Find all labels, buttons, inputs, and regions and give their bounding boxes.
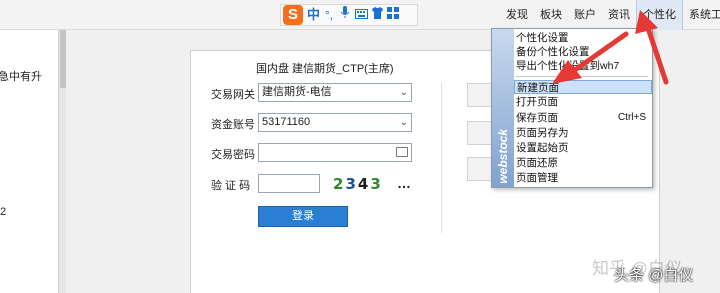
menu-account[interactable]: 账户 <box>568 0 602 30</box>
dd-new-page[interactable]: 新建页面 <box>514 80 652 94</box>
dd-save-page[interactable]: 保存页面 Ctrl+S <box>514 111 652 125</box>
soft-keyboard-icon[interactable] <box>396 147 408 157</box>
menu-system-tools[interactable]: 系统工具 <box>683 0 720 30</box>
dropdown-brand-strip: webstock <box>492 29 514 187</box>
main-menu: 发现 板块 账户 资讯 个性化 系统工具 帮 <box>500 0 720 30</box>
brand-text: webstock <box>496 129 510 184</box>
sogou-logo-icon[interactable]: S <box>283 5 303 25</box>
dd-set-start-page[interactable]: 设置起始页 <box>514 141 652 155</box>
account-select[interactable]: 53171160 ⌄ <box>258 113 412 132</box>
menu-discover[interactable]: 发现 <box>500 0 534 30</box>
left-scrollbar[interactable] <box>58 30 66 293</box>
ime-toolbar[interactable]: S 中 °, <box>280 4 418 26</box>
menu-personalize[interactable]: 个性化 <box>636 0 683 30</box>
gateway-select[interactable]: 建信期货-电信 ⌄ <box>258 83 412 102</box>
dd-open-page[interactable]: 打开页面 <box>514 95 652 109</box>
shortcut-label: Ctrl+S <box>617 112 646 123</box>
dd-export-settings[interactable]: 导出个性化设置到wh7 <box>514 59 652 73</box>
personalize-dropdown: webstock 个性化设置 备份个性化设置 导出个性化设置到wh7 新建页面 … <box>491 28 653 188</box>
account-value: 53171160 <box>262 116 311 128</box>
gateway-label: 交易网关 <box>211 89 255 101</box>
dd-restore-page[interactable]: 页面还原 <box>514 156 652 170</box>
ime-punctuation-icon[interactable]: °, <box>323 5 335 25</box>
keyboard-icon[interactable] <box>355 5 368 25</box>
dd-manage-pages[interactable]: 页面管理 <box>514 171 652 185</box>
chevron-down-icon[interactable]: ⌄ <box>400 114 408 131</box>
watermark-main: 头条 @白仪 <box>614 267 694 284</box>
captcha-image[interactable]: 2343 <box>333 175 383 193</box>
gateway-value: 建信期货-电信 <box>262 86 332 98</box>
left-panel-text: 急中有升 <box>0 71 42 83</box>
menu-sectors[interactable]: 板块 <box>534 0 568 30</box>
password-label: 交易密码 <box>211 149 255 161</box>
chevron-down-icon[interactable]: ⌄ <box>400 84 408 101</box>
login-button[interactable]: 登录 <box>258 206 348 227</box>
top-bar: S 中 °, 发现 板块 账户 资讯 个性化 系统工具 帮 <box>0 0 720 30</box>
microphone-icon[interactable] <box>339 5 351 25</box>
dd-backup-settings[interactable]: 备份个性化设置 <box>514 45 652 59</box>
captcha-label: 验 证 码 <box>211 180 251 192</box>
captcha-refresh[interactable]: … <box>397 175 411 191</box>
menu-news[interactable]: 资讯 <box>602 0 636 30</box>
dd-save-page-as[interactable]: 页面另存为 <box>514 126 652 140</box>
captcha-input[interactable] <box>258 174 320 193</box>
left-panel: 急中有升 2 <box>0 30 58 293</box>
dd-personalize-settings[interactable]: 个性化设置 <box>514 31 652 45</box>
divider <box>441 83 442 233</box>
skin-shirt-icon[interactable] <box>371 5 383 25</box>
ime-chinese-mode[interactable]: 中 <box>307 5 320 25</box>
toolbox-grid-icon[interactable] <box>387 5 399 25</box>
login-title: 国内盘 建信期货_CTP(主席) <box>256 63 394 75</box>
password-field[interactable] <box>258 143 412 162</box>
menu-separator <box>516 76 648 77</box>
left-panel-marker: 2 <box>0 206 7 218</box>
account-label: 资金账号 <box>211 119 255 131</box>
